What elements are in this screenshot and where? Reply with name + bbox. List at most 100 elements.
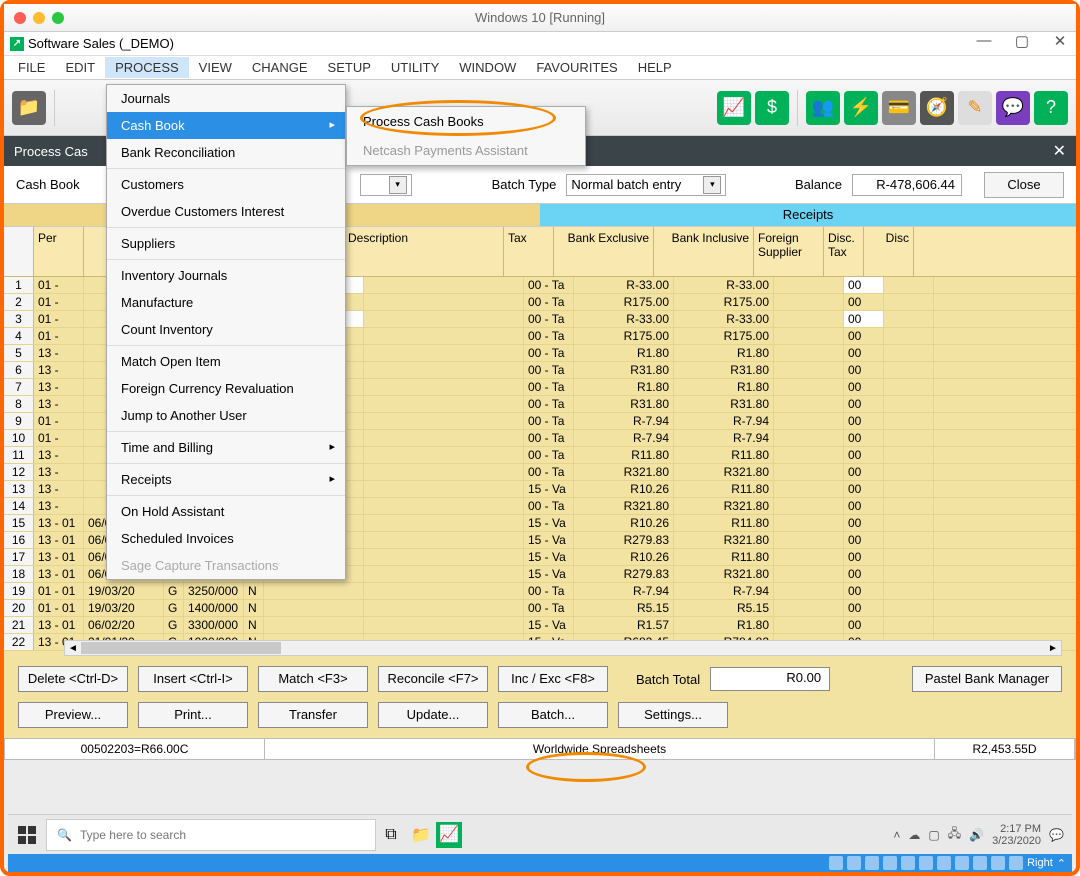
taskbar-clock[interactable]: 2:17 PM 3/23/2020: [992, 823, 1041, 847]
menu-setup[interactable]: SETUP: [318, 57, 381, 78]
tab-receipts[interactable]: Receipts: [540, 204, 1076, 226]
menu-manufacture[interactable]: Manufacture: [107, 289, 345, 316]
menu-matchopen[interactable]: Match Open Item: [107, 348, 345, 375]
toolbar-people-icon[interactable]: 👥: [806, 91, 840, 125]
menu-sagecapture: Sage Capture Transactions: [107, 552, 345, 579]
vm-right-text: Right: [1027, 857, 1053, 869]
menu-window[interactable]: WINDOW: [449, 57, 526, 78]
batch-button[interactable]: Batch...: [498, 702, 608, 728]
incexc-button[interactable]: Inc / Exc <F8>: [498, 666, 608, 692]
vm-icon[interactable]: [991, 856, 1005, 870]
menu-favourites[interactable]: FAVOURITES: [526, 57, 627, 78]
update-button[interactable]: Update...: [378, 702, 488, 728]
process-menu: Journals Cash Book Bank Reconciliation C…: [106, 84, 346, 580]
taskbar: 🔍 Type here to search ⧉ 📁 📈 ˄ ☁ ▢ 🖧 🔊 2:…: [8, 814, 1072, 854]
close-button[interactable]: Close: [984, 172, 1064, 198]
toolbar-chat-icon[interactable]: 💬: [996, 91, 1030, 125]
settings-button[interactable]: Settings...: [618, 702, 728, 728]
batchtype-dropdown[interactable]: Normal batch entry▾: [566, 174, 726, 196]
tray-notifications-icon[interactable]: 💬: [1049, 828, 1064, 842]
status-left: 00502203=R66.00C: [5, 739, 265, 759]
delete-button[interactable]: Delete <Ctrl-D>: [18, 666, 128, 692]
start-button[interactable]: [8, 815, 46, 855]
toolbar-bolt-icon[interactable]: ⚡: [844, 91, 878, 125]
balance-label: Balance: [795, 177, 842, 192]
vm-icon[interactable]: [1009, 856, 1023, 870]
tray-up-icon[interactable]: ˄: [893, 828, 900, 842]
match-button[interactable]: Match <F3>: [258, 666, 368, 692]
menu-view[interactable]: VIEW: [189, 57, 242, 78]
table-row[interactable]: 1901 - 0119/03/20G3250/000N00 - TaR-7.94…: [4, 583, 1076, 600]
vm-icon[interactable]: [973, 856, 987, 870]
menu-receipts[interactable]: Receipts: [107, 466, 345, 493]
menu-process[interactable]: PROCESS: [105, 57, 189, 78]
toolbar-card-icon[interactable]: 💳: [882, 91, 916, 125]
status-right: R2,453.55D: [935, 739, 1075, 759]
taskview-icon[interactable]: ⧉: [376, 826, 406, 844]
menu-edit[interactable]: EDIT: [55, 57, 105, 78]
preview-button[interactable]: Preview...: [18, 702, 128, 728]
menu-bankrec[interactable]: Bank Reconciliation: [107, 139, 345, 166]
toolbar-compass-icon[interactable]: 🧭: [920, 91, 954, 125]
horizontal-scrollbar[interactable]: ◄ ►: [64, 640, 1062, 656]
transfer-button[interactable]: Transfer: [258, 702, 368, 728]
menu-overdue[interactable]: Overdue Customers Interest: [107, 198, 345, 225]
explorer-icon[interactable]: 📁: [406, 825, 436, 845]
print-button[interactable]: Print...: [138, 702, 248, 728]
menu-suppliers[interactable]: Suppliers: [107, 230, 345, 257]
menu-onhold[interactable]: On Hold Assistant: [107, 498, 345, 525]
vm-ctrl-icon[interactable]: ⌃: [1057, 857, 1066, 870]
win-close-icon[interactable]: ✕: [1048, 32, 1072, 50]
vm-title: Windows 10 [Running]: [4, 10, 1076, 25]
toolbar-money-icon[interactable]: $: [755, 91, 789, 125]
tray-cloud-icon[interactable]: ☁: [908, 828, 920, 842]
vm-icon[interactable]: [847, 856, 861, 870]
toolbar-icon-1[interactable]: 📁: [12, 91, 46, 125]
vm-icon[interactable]: [919, 856, 933, 870]
status-bar: 00502203=R66.00C Worldwide Spreadsheets …: [4, 738, 1076, 760]
menu-change[interactable]: CHANGE: [242, 57, 318, 78]
menu-journals[interactable]: Journals: [107, 85, 345, 112]
pastel-button[interactable]: Pastel Bank Manager: [912, 666, 1062, 692]
menu-schedinv[interactable]: Scheduled Invoices: [107, 525, 345, 552]
vm-icon[interactable]: [955, 856, 969, 870]
menu-cashbook[interactable]: Cash Book: [107, 112, 345, 139]
panel-close-icon[interactable]: ✕: [1053, 141, 1066, 161]
menu-utility[interactable]: UTILITY: [381, 57, 449, 78]
menu-file[interactable]: FILE: [8, 57, 55, 78]
vm-icon[interactable]: [901, 856, 915, 870]
menu-fxreval[interactable]: Foreign Currency Revaluation: [107, 375, 345, 402]
balance-value: R-478,606.44: [852, 174, 962, 196]
vm-icon[interactable]: [865, 856, 879, 870]
app-titlebar: ↗ Software Sales (_DEMO) — ▢ ✕: [4, 32, 1076, 56]
menu-jumpuser[interactable]: Jump to Another User: [107, 402, 345, 429]
menu-timebilling[interactable]: Time and Billing: [107, 434, 345, 461]
table-row[interactable]: 2001 - 0119/03/20G1400/000N00 - TaR5.15R…: [4, 600, 1076, 617]
vm-icon[interactable]: [883, 856, 897, 870]
menu-invjournals[interactable]: Inventory Journals: [107, 262, 345, 289]
toolbar-chart-icon[interactable]: 📈: [717, 91, 751, 125]
batch-total-label: Batch Total: [636, 672, 700, 687]
vm-icon[interactable]: [829, 856, 843, 870]
vm-icon[interactable]: [937, 856, 951, 870]
tray-volume-icon[interactable]: 🔊: [969, 828, 984, 842]
win-min-icon[interactable]: —: [972, 32, 996, 50]
tray-network-icon[interactable]: 🖧: [948, 824, 961, 845]
panel-title: Process Cas: [14, 144, 88, 159]
toolbar-help-icon[interactable]: ?: [1034, 91, 1068, 125]
tray-battery-icon[interactable]: ▢: [928, 828, 939, 842]
taskbar-search[interactable]: 🔍 Type here to search: [46, 819, 376, 851]
table-row[interactable]: 2113 - 0106/02/20G3300/000N15 - VaR1.57R…: [4, 617, 1076, 634]
insert-button[interactable]: Insert <Ctrl-I>: [138, 666, 248, 692]
menu-customers[interactable]: Customers: [107, 171, 345, 198]
cashbook-label: Cash Book: [16, 177, 80, 192]
win-max-icon[interactable]: ▢: [1010, 32, 1034, 50]
menu-countinv[interactable]: Count Inventory: [107, 316, 345, 343]
menu-help[interactable]: HELP: [628, 57, 682, 78]
toolbar-edit-icon[interactable]: ✎: [958, 91, 992, 125]
cashbook-dropdown[interactable]: ▾: [360, 174, 412, 196]
search-placeholder: Type here to search: [80, 828, 186, 842]
submenu-process-cashbooks[interactable]: Process Cash Books: [347, 107, 585, 136]
reconcile-button[interactable]: Reconcile <F7>: [378, 666, 488, 692]
app-taskbar-icon[interactable]: 📈: [436, 822, 462, 848]
